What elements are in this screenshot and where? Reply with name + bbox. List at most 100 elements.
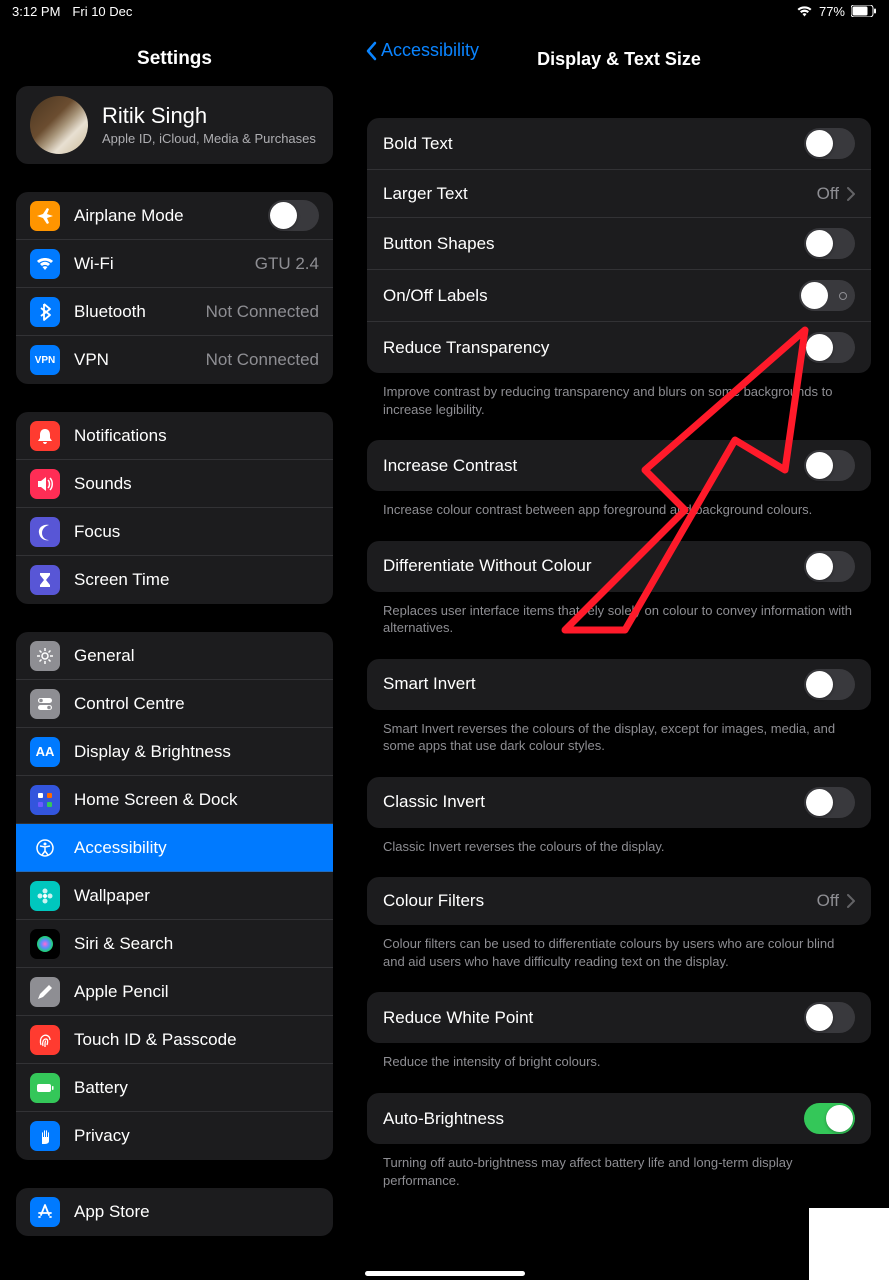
- sidebar-item-notifications[interactable]: Notifications: [16, 412, 333, 460]
- battery-icon: [851, 5, 877, 17]
- setting-value: Off: [817, 184, 839, 204]
- chevron-left-icon: [365, 41, 377, 61]
- vpn-icon: VPN: [30, 345, 60, 375]
- sidebar-item-display-brightness[interactable]: AA Display & Brightness: [16, 728, 333, 776]
- toggle-onoff-labels[interactable]: [799, 280, 855, 311]
- sidebar-item-label: VPN: [74, 350, 109, 370]
- sidebar-item-sounds[interactable]: Sounds: [16, 460, 333, 508]
- sidebar-item-apple-pencil[interactable]: Apple Pencil: [16, 968, 333, 1016]
- sidebar-item-label: Home Screen & Dock: [74, 790, 237, 810]
- flower-icon: [30, 881, 60, 911]
- wifi-icon: [796, 5, 813, 17]
- back-button[interactable]: Accessibility: [365, 40, 479, 61]
- profile-sub: Apple ID, iCloud, Media & Purchases: [102, 131, 316, 148]
- sidebar-item-label: Airplane Mode: [74, 206, 184, 226]
- profile-name: Ritik Singh: [102, 103, 316, 129]
- setting-label: Reduce White Point: [383, 1008, 533, 1028]
- setting-label: Button Shapes: [383, 234, 495, 254]
- row-value: Not Connected: [206, 302, 319, 322]
- sidebar-item-label: Display & Brightness: [74, 742, 231, 762]
- toggle[interactable]: [804, 669, 855, 700]
- sidebar-item-label: Apple Pencil: [74, 982, 169, 1002]
- toggle[interactable]: [804, 332, 855, 363]
- toggle[interactable]: [804, 787, 855, 818]
- sidebar-item-airplane-mode[interactable]: Airplane Mode: [16, 192, 333, 240]
- sidebar-item-general[interactable]: General: [16, 632, 333, 680]
- sidebar-item-label: Screen Time: [74, 570, 169, 590]
- profile-row[interactable]: Ritik Singh Apple ID, iCloud, Media & Pu…: [16, 86, 333, 164]
- setting-row-bold-text[interactable]: Bold Text: [367, 118, 871, 170]
- speaker-icon: [30, 469, 60, 499]
- toggle[interactable]: [268, 200, 319, 231]
- setting-label: Smart Invert: [383, 674, 476, 694]
- setting-row-smart-invert[interactable]: Smart Invert: [367, 659, 871, 710]
- sidebar-title: Settings: [0, 48, 349, 70]
- setting-row-colour-filters[interactable]: Colour FiltersOff: [367, 877, 871, 925]
- setting-row-button-shapes[interactable]: Button Shapes: [367, 218, 871, 270]
- sidebar-item-label: Touch ID & Passcode: [74, 1030, 237, 1050]
- sidebar-item-app-store[interactable]: App Store: [16, 1188, 333, 1236]
- notifications-group: Notifications Sounds Focus Screen Time: [16, 412, 333, 604]
- differentiate-footer: Replaces user interface items that rely …: [383, 602, 855, 637]
- sidebar-item-siri-search[interactable]: Siri & Search: [16, 920, 333, 968]
- toggle[interactable]: [804, 551, 855, 582]
- sidebar-item-touch-id-passcode[interactable]: Touch ID & Passcode: [16, 1016, 333, 1064]
- sidebar-item-wi-fi[interactable]: Wi-FiGTU 2.4: [16, 240, 333, 288]
- sidebar-item-label: Bluetooth: [74, 302, 146, 322]
- classic-invert-footer: Classic Invert reverses the colours of t…: [383, 838, 855, 856]
- sidebar-item-battery[interactable]: Battery: [16, 1064, 333, 1112]
- back-label: Accessibility: [381, 40, 479, 61]
- grid-icon: [30, 785, 60, 815]
- toggle[interactable]: [804, 450, 855, 481]
- reduce-transparency-footer: Improve contrast by reducing transparenc…: [383, 383, 855, 418]
- row-value: Not Connected: [206, 350, 319, 370]
- sidebar-item-wallpaper[interactable]: Wallpaper: [16, 872, 333, 920]
- setting-row-reduce-white-point[interactable]: Reduce White Point: [367, 992, 871, 1043]
- setting-row-reduce-transparency[interactable]: Reduce Transparency: [367, 322, 871, 373]
- setting-row-differentiate-without-colour[interactable]: Differentiate Without Colour: [367, 541, 871, 592]
- chevron-right-icon: [847, 894, 855, 908]
- gear-icon: [30, 641, 60, 671]
- aa-icon: AA: [30, 737, 60, 767]
- white-point-footer: Reduce the intensity of bright colours.: [383, 1053, 855, 1071]
- sidebar-item-privacy[interactable]: Privacy: [16, 1112, 333, 1160]
- sidebar-item-focus[interactable]: Focus: [16, 508, 333, 556]
- bell-icon: [30, 421, 60, 451]
- sidebar-item-accessibility[interactable]: Accessibility: [16, 824, 333, 872]
- toggle[interactable]: [804, 1103, 855, 1134]
- setting-label: Increase Contrast: [383, 456, 517, 476]
- general-group: General Control Centre AA Display & Brightn…: [16, 632, 333, 1160]
- smart-invert-group: Smart Invert: [367, 659, 871, 710]
- sidebar-item-label: Accessibility: [74, 838, 167, 858]
- siri-icon: [30, 929, 60, 959]
- sidebar-item-control-centre[interactable]: Control Centre: [16, 680, 333, 728]
- colour-filters-footer: Colour filters can be used to differenti…: [383, 935, 855, 970]
- setting-row-on-off-labels[interactable]: On/Off Labels: [367, 270, 871, 322]
- toggle[interactable]: [804, 128, 855, 159]
- setting-label: Differentiate Without Colour: [383, 556, 592, 576]
- status-date: Fri 10 Dec: [72, 4, 132, 19]
- home-indicator: [365, 1271, 525, 1276]
- sidebar-item-label: General: [74, 646, 134, 666]
- switches-icon: [30, 689, 60, 719]
- classic-invert-group: Classic Invert: [367, 777, 871, 828]
- differentiate-group: Differentiate Without Colour: [367, 541, 871, 592]
- sidebar-item-vpn[interactable]: VPN VPN Not Connected: [16, 336, 333, 384]
- wifi-icon: [30, 249, 60, 279]
- sidebar-item-label: Sounds: [74, 474, 132, 494]
- toggle[interactable]: [804, 1002, 855, 1033]
- sidebar-item-home-screen-dock[interactable]: Home Screen & Dock: [16, 776, 333, 824]
- setting-label: Classic Invert: [383, 792, 485, 812]
- sidebar-item-screen-time[interactable]: Screen Time: [16, 556, 333, 604]
- sidebar-item-bluetooth[interactable]: Bluetooth Not Connected: [16, 288, 333, 336]
- toggle[interactable]: [804, 228, 855, 259]
- setting-row-increase-contrast[interactable]: Increase Contrast: [367, 440, 871, 491]
- setting-row-auto-brightness[interactable]: Auto-Brightness: [367, 1093, 871, 1144]
- setting-row-classic-invert[interactable]: Classic Invert: [367, 777, 871, 828]
- hourglass-icon: [30, 565, 60, 595]
- row-value: GTU 2.4: [255, 254, 319, 274]
- contrast-group: Increase Contrast: [367, 440, 871, 491]
- status-bar: 3:12 PM Fri 10 Dec 77%: [0, 0, 889, 22]
- airplane-icon: [30, 201, 60, 231]
- setting-row-larger-text[interactable]: Larger TextOff: [367, 170, 871, 218]
